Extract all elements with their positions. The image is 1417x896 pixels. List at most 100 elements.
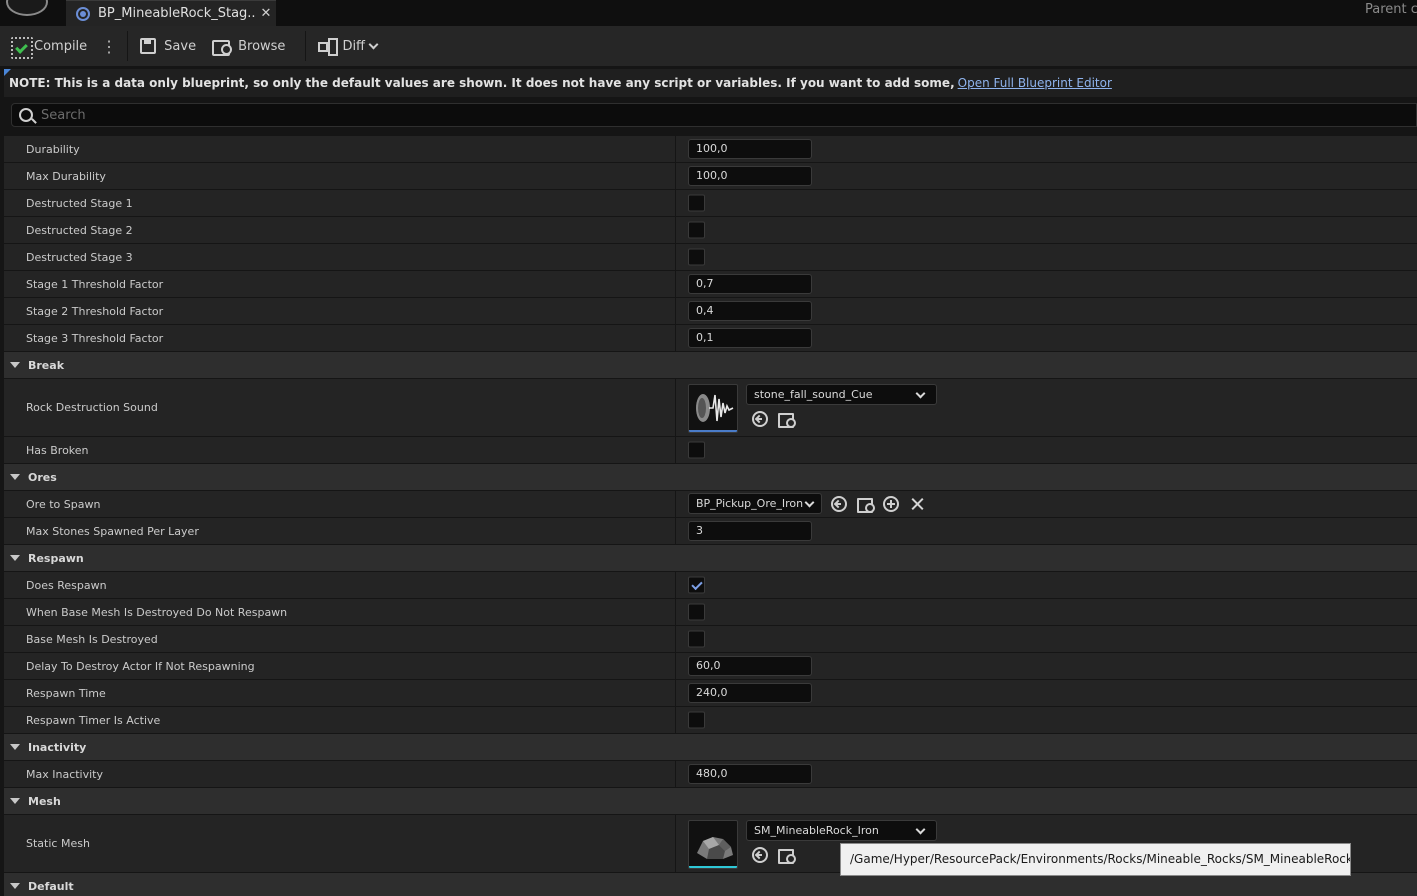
- base-mesh-destroyed-checkbox[interactable]: [688, 630, 705, 648]
- stage-1-threshold-field[interactable]: 0,7: [688, 274, 812, 294]
- does-respawn-checkbox[interactable]: [688, 576, 705, 594]
- expand-arrow-icon: [10, 362, 20, 368]
- close-icon[interactable]: ✕: [256, 6, 276, 21]
- mesh-asset-combo[interactable]: SM_MineableRock_Iron: [746, 820, 937, 841]
- property-row-max-durability: Max Durability 100,0: [4, 163, 1417, 190]
- stage-3-threshold-field[interactable]: 0,1: [688, 328, 812, 348]
- mesh-thumbnail[interactable]: [688, 820, 738, 869]
- max-stones-field[interactable]: 3: [688, 521, 812, 541]
- durability-field[interactable]: 100,0: [688, 139, 812, 159]
- property-row-destructed-stage-3: Destructed Stage 3: [4, 244, 1417, 271]
- rock-mesh-icon: [697, 837, 733, 859]
- sound-asset-name: stone_fall_sound_Cue: [754, 388, 873, 401]
- stage-2-threshold-field[interactable]: 0,4: [688, 301, 812, 321]
- property-row-base-mesh-no-respawn: When Base Mesh Is Destroyed Do Not Respa…: [4, 599, 1417, 626]
- sound-thumbnail[interactable]: [688, 384, 738, 433]
- delay-destroy-field[interactable]: 60,0: [688, 656, 812, 676]
- property-row-base-mesh-destroyed: Base Mesh Is Destroyed: [4, 626, 1417, 653]
- property-label: Stage 3 Threshold Factor: [26, 331, 164, 345]
- property-label: Respawn Time: [26, 686, 106, 700]
- open-full-editor-link[interactable]: Open Full Blueprint Editor: [958, 76, 1112, 90]
- blueprint-editor-window: BP_MineableRock_Stag... ✕ Parent cl Comp…: [0, 0, 1417, 896]
- category-label: Mesh: [28, 794, 61, 808]
- tab-blueprint[interactable]: BP_MineableRock_Stag... ✕: [66, 0, 276, 26]
- property-label: Durability: [26, 142, 80, 156]
- category-inactivity[interactable]: Inactivity: [4, 734, 1417, 761]
- browse-asset-icon[interactable]: [857, 496, 875, 513]
- use-selected-icon[interactable]: [831, 496, 847, 512]
- property-row-destructed-stage-2: Destructed Stage 2: [4, 217, 1417, 244]
- respawn-time-field[interactable]: 240,0: [688, 683, 812, 703]
- property-label: Max Stones Spawned Per Layer: [26, 524, 199, 538]
- property-label: Destructed Stage 1: [26, 196, 133, 210]
- expand-arrow-icon: [10, 555, 20, 561]
- property-label: Stage 1 Threshold Factor: [26, 277, 164, 291]
- compile-options-icon[interactable]: ⋮: [95, 37, 123, 56]
- asset-type-bar: [689, 430, 737, 432]
- use-selected-icon[interactable]: [752, 847, 768, 863]
- base-mesh-no-respawn-checkbox[interactable]: [688, 603, 705, 621]
- property-row-destructed-stage-1: Destructed Stage 1: [4, 190, 1417, 217]
- save-button[interactable]: Save: [132, 31, 204, 61]
- blueprint-icon: [76, 6, 90, 21]
- property-row-delay-destroy: Delay To Destroy Actor If Not Respawning…: [4, 653, 1417, 680]
- destructed-stage-1-checkbox[interactable]: [688, 194, 705, 212]
- compile-label: Compile: [34, 38, 88, 54]
- property-label: Base Mesh Is Destroyed: [26, 632, 158, 646]
- ore-class-combo[interactable]: BP_Pickup_Ore_Iron: [688, 493, 822, 514]
- search-icon: [19, 108, 33, 122]
- expand-arrow-icon: [10, 744, 20, 750]
- unreal-logo-icon[interactable]: [6, 0, 48, 16]
- note-text: NOTE: This is a data only blueprint, so …: [9, 76, 955, 90]
- destructed-stage-2-checkbox[interactable]: [688, 221, 705, 239]
- category-break[interactable]: Break: [4, 352, 1417, 379]
- property-label: Has Broken: [26, 443, 89, 457]
- property-row-stage-1-threshold: Stage 1 Threshold Factor 0,7: [4, 271, 1417, 298]
- category-respawn[interactable]: Respawn: [4, 545, 1417, 572]
- use-selected-icon[interactable]: [752, 411, 768, 427]
- asset-type-bar: [689, 866, 737, 868]
- chevron-down-icon: [915, 824, 926, 835]
- category-mesh[interactable]: Mesh: [4, 788, 1417, 815]
- note-corner-marker: [4, 69, 11, 76]
- property-label: When Base Mesh Is Destroyed Do Not Respa…: [26, 605, 288, 619]
- add-icon[interactable]: [883, 496, 899, 512]
- clear-icon[interactable]: [909, 496, 925, 512]
- category-default[interactable]: Default: [4, 873, 1417, 896]
- search-input[interactable]: [41, 107, 1416, 123]
- property-row-does-respawn: Does Respawn: [4, 572, 1417, 599]
- asset-path-tooltip: /Game/Hyper/ResourcePack/Environments/Ro…: [840, 843, 1351, 876]
- compile-button[interactable]: Compile: [0, 31, 95, 61]
- sound-asset-combo[interactable]: stone_fall_sound_Cue: [746, 384, 937, 405]
- chevron-down-icon: [804, 497, 815, 508]
- browse-button[interactable]: Browse: [204, 31, 293, 61]
- destructed-stage-3-checkbox[interactable]: [688, 248, 705, 266]
- property-label: Destructed Stage 3: [26, 250, 133, 264]
- expand-arrow-icon: [10, 883, 20, 889]
- property-label: Ore to Spawn: [26, 497, 101, 511]
- max-durability-field[interactable]: 100,0: [688, 166, 812, 186]
- browse-asset-icon[interactable]: [778, 847, 796, 864]
- category-label: Default: [28, 879, 74, 893]
- browse-asset-icon[interactable]: [778, 411, 796, 428]
- category-label: Inactivity: [28, 740, 87, 754]
- has-broken-checkbox[interactable]: [688, 441, 705, 459]
- toolbar: Compile ⋮ Save Browse Diff: [0, 26, 1417, 66]
- property-row-durability: Durability 100,0: [4, 136, 1417, 163]
- diff-button[interactable]: Diff: [310, 31, 385, 61]
- property-label: Static Mesh: [26, 837, 90, 850]
- browse-label: Browse: [238, 38, 286, 54]
- details-panel: Durability 100,0 Max Durability 100,0 De…: [4, 136, 1417, 896]
- property-row-max-stones: Max Stones Spawned Per Layer 3: [4, 518, 1417, 545]
- property-row-stage-2-threshold: Stage 2 Threshold Factor 0,4: [4, 298, 1417, 325]
- property-row-max-inactivity: Max Inactivity 480,0: [4, 761, 1417, 788]
- property-label: Delay To Destroy Actor If Not Respawning: [26, 659, 255, 673]
- category-ores[interactable]: Ores: [4, 464, 1417, 491]
- category-label: Break: [28, 358, 65, 372]
- max-inactivity-field[interactable]: 480,0: [688, 764, 812, 784]
- property-row-stage-3-threshold: Stage 3 Threshold Factor 0,1: [4, 325, 1417, 352]
- save-label: Save: [164, 38, 197, 54]
- ore-class-name: BP_Pickup_Ore_Iron: [696, 497, 804, 510]
- toolbar-separator: [127, 31, 129, 61]
- respawn-timer-active-checkbox[interactable]: [688, 711, 705, 729]
